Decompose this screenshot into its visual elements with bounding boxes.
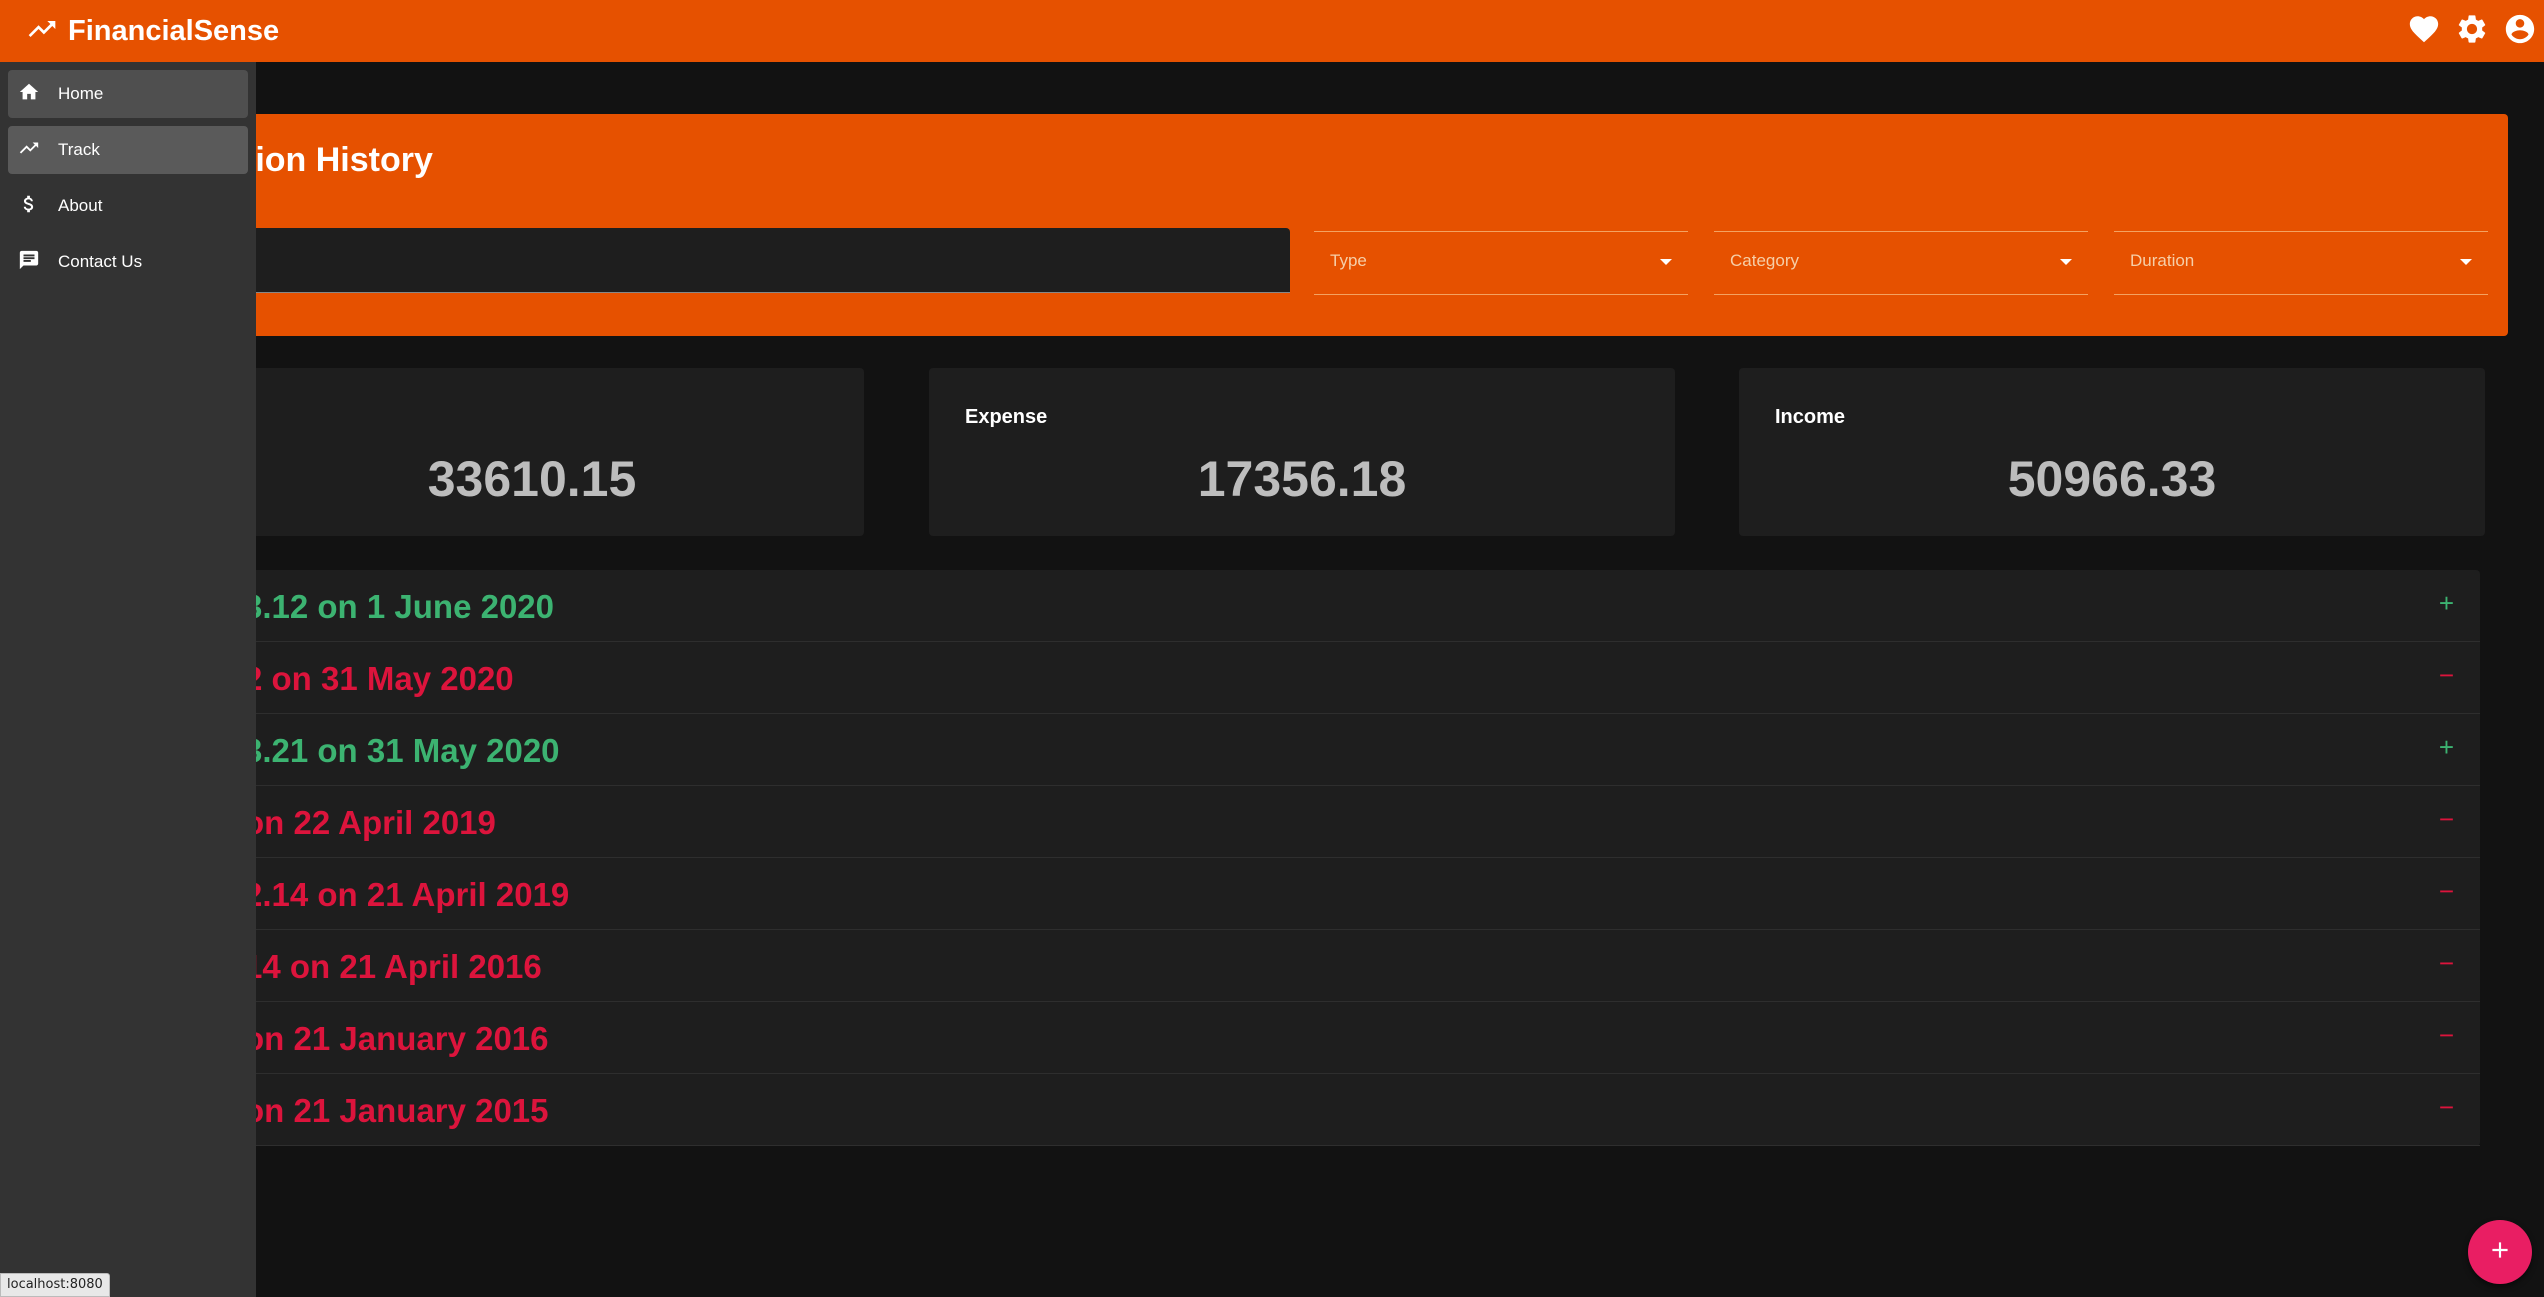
transaction-text: on 22 April 2019 (244, 804, 496, 841)
nav-item-label: Track (58, 140, 100, 159)
transaction-text: 3.21 on 31 May 2020 (244, 732, 560, 769)
app-title: FinancialSense (68, 14, 280, 47)
minus-icon: − (2438, 1092, 2454, 1122)
account-circle-icon (2503, 12, 2537, 51)
plus-icon (2487, 1237, 2513, 1268)
home-icon (8, 81, 40, 108)
transaction-row[interactable]: 2 on 31 May 2020 − (200, 642, 2480, 714)
transaction-text: on 21 January 2015 (244, 1092, 549, 1129)
type-select-label: Type (1330, 251, 1367, 270)
expense-label: Expense (965, 406, 1048, 428)
message-icon (8, 249, 40, 276)
nav-item-label: About (58, 196, 103, 215)
transaction-row[interactable]: on 22 April 2019 − (200, 786, 2480, 858)
settings-button[interactable] (2448, 7, 2496, 55)
minus-icon: − (2438, 948, 2454, 978)
add-transaction-button[interactable] (2468, 1220, 2532, 1284)
nav-item-label: Contact Us (58, 252, 143, 271)
page-title: tion History (244, 141, 433, 179)
transaction-list: 3.12 on 1 June 2020 +2 on 31 May 2020 − 3.2… (200, 570, 2480, 1146)
income-value: 50966.33 (2007, 451, 2217, 507)
expense-value: 17356.18 (1197, 451, 1407, 507)
transaction-text: 14 on 21 April 2016 (244, 948, 542, 985)
nav-item-contact[interactable]: Contact Us (8, 238, 248, 286)
income-label: Income (1775, 406, 1846, 428)
transaction-row[interactable]: 2.14 on 21 April 2019 − (200, 858, 2480, 930)
history-header: tion History Type Category Duration (200, 114, 2508, 336)
chevron-down-icon (1660, 259, 1672, 265)
type-select[interactable]: Type (1314, 231, 1688, 295)
search-input[interactable] (240, 228, 1290, 293)
duration-select[interactable]: Duration (2114, 231, 2488, 295)
nav-item-track[interactable]: Track (8, 126, 248, 174)
category-select[interactable]: Category (1714, 231, 2088, 295)
transaction-row[interactable]: 3.21 on 31 May 2020 + (200, 714, 2480, 786)
app-bar: FinancialSense (0, 0, 2544, 62)
account-button[interactable] (2496, 7, 2544, 55)
gear-icon (2455, 12, 2489, 51)
minus-icon: − (2438, 660, 2454, 690)
expense-card: Expense 17356.18 (929, 368, 1675, 536)
minus-icon: − (2438, 804, 2454, 834)
transaction-text: 2.14 on 21 April 2019 (244, 876, 570, 913)
dollar-icon (8, 193, 40, 220)
plus-icon: + (2438, 588, 2454, 618)
browser-status-bar: localhost:8080 (0, 1273, 110, 1297)
balance-card: 33610.15 (200, 368, 864, 536)
transaction-row[interactable]: 14 on 21 April 2016 − (200, 930, 2480, 1002)
duration-select-label: Duration (2130, 251, 2195, 270)
transaction-row[interactable]: on 21 January 2015 − (200, 1074, 2480, 1146)
nav-item-about[interactable]: About (8, 182, 248, 230)
brand[interactable]: FinancialSense (26, 13, 279, 50)
nav-drawer: Home Track About Contact Us (0, 62, 256, 1297)
transaction-text: 2 on 31 May 2020 (244, 660, 514, 697)
category-select-label: Category (1730, 251, 1799, 270)
transaction-row[interactable]: on 21 January 2016 − (200, 1002, 2480, 1074)
transaction-text: on 21 January 2016 (244, 1020, 549, 1057)
trending-up-icon (8, 137, 40, 164)
nav-item-label: Home (58, 84, 104, 103)
trending-up-icon (26, 13, 58, 50)
transaction-text: 3.12 on 1 June 2020 (244, 588, 555, 625)
transaction-row[interactable]: 3.12 on 1 June 2020 + (200, 570, 2480, 642)
favorite-button[interactable] (2400, 7, 2448, 55)
minus-icon: − (2438, 876, 2454, 906)
chevron-down-icon (2060, 259, 2072, 265)
plus-icon: + (2438, 732, 2454, 762)
chevron-down-icon (2460, 259, 2472, 265)
income-card: Income 50966.33 (1739, 368, 2485, 536)
heart-icon (2407, 12, 2441, 51)
minus-icon: − (2438, 1020, 2454, 1050)
nav-item-home[interactable]: Home (8, 70, 248, 118)
